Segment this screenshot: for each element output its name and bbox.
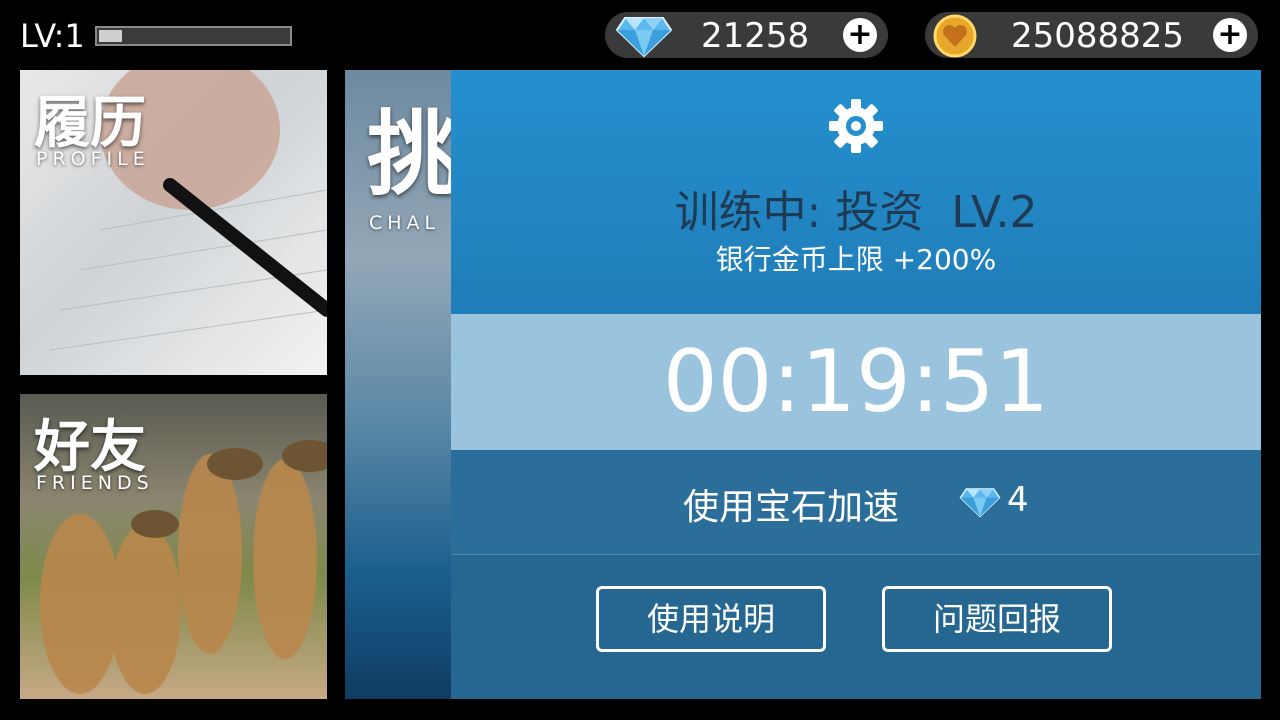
level-label: LV:1 [20,17,85,55]
profile-tile[interactable]: 履历 PROFILE [20,70,327,375]
gem-count: 21258 [701,16,810,56]
speedup-label: 使用宝石加速 [683,487,900,528]
training-title: 训练中: 投资 LV.2 [674,187,1038,238]
report-button[interactable]: 问题回报 [882,586,1112,652]
diamond-icon [959,486,1001,522]
challenge-subtitle: CHAL [369,212,441,234]
countdown-timer: 00:19:51 [662,332,1050,432]
gear-icon [828,98,884,158]
speedup-cost: 4 [1007,480,1029,520]
friends-subtitle: FRIENDS [36,472,154,494]
level-progress-fill [99,30,122,42]
training-panel-footer: 使用说明 问题回报 [451,555,1261,699]
help-button[interactable]: 使用说明 [596,586,826,652]
heart-coin-icon [933,14,977,62]
training-panel: 训练中: 投资 LV.2 银行金币上限 +200% 00:19:51 使用宝石加… [451,70,1261,699]
profile-subtitle: PROFILE [36,148,150,170]
gem-speedup-row[interactable]: 使用宝石加速 4 [451,450,1261,555]
add-coins-button[interactable]: + [1213,18,1247,52]
training-bonus: 银行金币上限 +200% [715,243,997,276]
profile-title: 履历 [34,91,146,156]
level-progress-bar [95,26,292,46]
gem-counter: 21258 + [605,12,888,58]
coin-count: 25088825 [1011,16,1185,56]
diamond-icon [615,14,673,62]
friends-tile[interactable]: 好友 FRIENDS [20,394,327,699]
training-panel-header: 训练中: 投资 LV.2 银行金币上限 +200% [451,70,1261,314]
friends-title: 好友 [34,415,146,480]
add-gems-button[interactable]: + [843,18,877,52]
challenge-title: 挑 [367,101,460,208]
timer-band: 00:19:51 [451,314,1261,450]
coin-counter: 25088825 + [925,12,1258,58]
